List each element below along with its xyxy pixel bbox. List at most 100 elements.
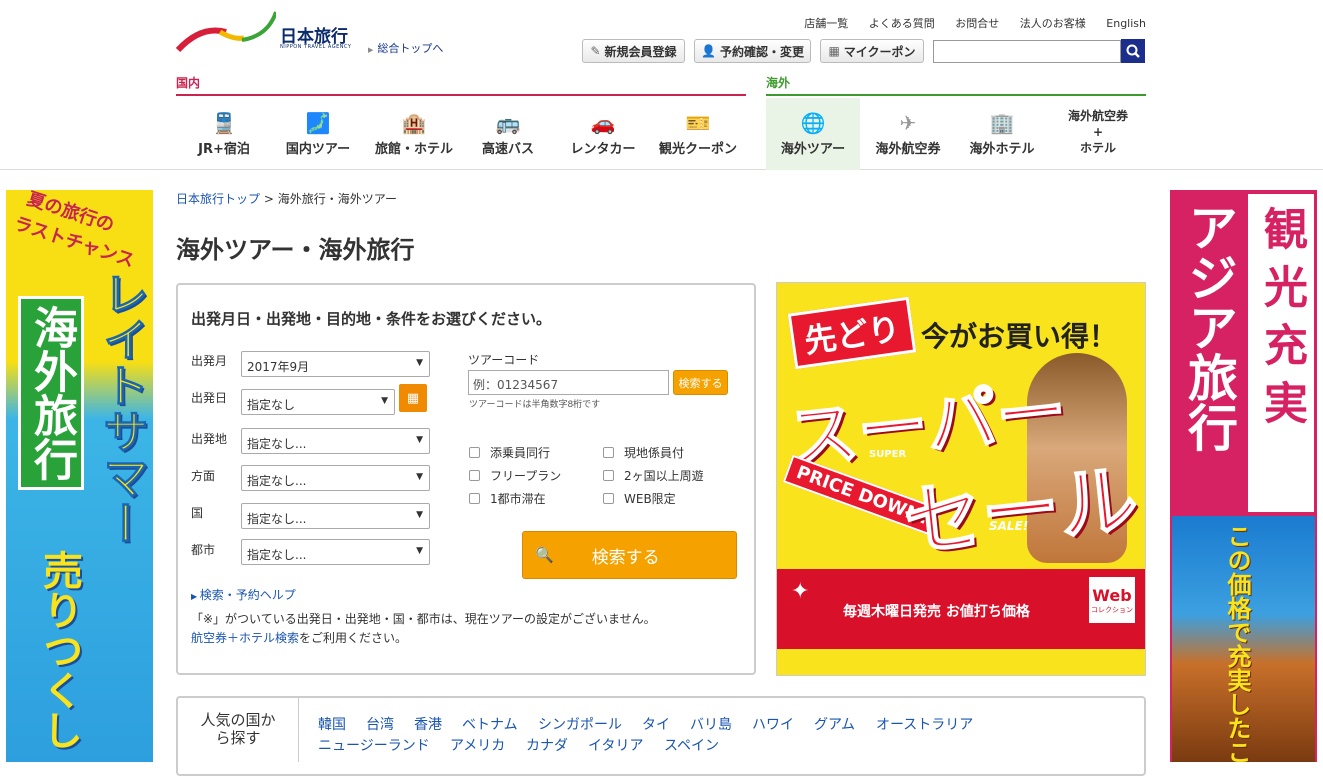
nav-overseas-tour[interactable]: 🌐 海外ツアー bbox=[766, 98, 860, 170]
domestic-divider bbox=[176, 94, 746, 96]
train-icon: 🚆 bbox=[211, 111, 237, 135]
calendar-icon[interactable]: ▦ bbox=[399, 384, 427, 412]
tour-code-search-button[interactable]: 検索する bbox=[673, 370, 728, 395]
building-icon: 🏢 bbox=[989, 111, 1015, 135]
search-heading: 出発月日・出発地・目的地・条件をお選びください。 bbox=[191, 310, 552, 328]
util-link-contact[interactable]: お問合せ bbox=[955, 17, 999, 30]
coupon-icon: ▦ bbox=[828, 44, 840, 58]
checkbox-web-only[interactable]: WEB限定 bbox=[603, 490, 676, 507]
flight-hotel-search-link[interactable]: 航空券＋ホテル検索 bbox=[191, 631, 299, 645]
nav-overseas-hotel[interactable]: 🏢 海外ホテル bbox=[956, 98, 1048, 170]
top-link[interactable]: ▶ 総合トップへ bbox=[368, 40, 443, 56]
country-link[interactable]: タイ bbox=[642, 714, 670, 734]
country-link[interactable]: カナダ bbox=[526, 735, 568, 755]
dropdown-arrow-icon: ▼ bbox=[416, 358, 423, 368]
web-collection-badge: Web コレクション bbox=[1087, 575, 1137, 625]
checkbox-escort[interactable]: 添乗員同行 bbox=[469, 444, 550, 461]
country-link[interactable]: 台湾 bbox=[366, 714, 394, 734]
search-button[interactable] bbox=[1121, 39, 1145, 63]
city-select[interactable]: 指定なし... ▼ bbox=[241, 539, 430, 565]
search-input[interactable] bbox=[933, 40, 1121, 63]
nav-jr-hotel[interactable]: 🚆 JR+宿泊 bbox=[180, 98, 268, 170]
tour-code-label: ツアーコード bbox=[468, 353, 540, 367]
help-link[interactable]: ▶ 検索・予約ヘルプ bbox=[191, 586, 296, 603]
breadcrumb: 日本旅行トップ > 海外旅行・海外ツアー bbox=[176, 192, 398, 206]
util-link-english[interactable]: English bbox=[1106, 17, 1146, 30]
nav-rental-car[interactable]: 🚗 レンタカー bbox=[556, 98, 650, 170]
ad-yellow-footer bbox=[777, 649, 1145, 675]
register-button[interactable]: ✎ 新規会員登録 bbox=[582, 39, 685, 63]
globe-icon: 🌐 bbox=[800, 111, 826, 135]
nav-highway-bus[interactable]: 🚌 高速バス bbox=[464, 98, 552, 170]
departure-month-label: 出発月 bbox=[191, 354, 228, 368]
person-icon: 👤 bbox=[701, 44, 716, 58]
ticket-icon: 🎫 bbox=[685, 111, 711, 135]
country-select[interactable]: 指定なし... ▼ bbox=[241, 503, 430, 529]
country-link[interactable]: ベトナム bbox=[462, 714, 518, 734]
sparkle-icon: ✦ bbox=[791, 579, 810, 604]
car-icon: 🚗 bbox=[590, 111, 616, 135]
util-link-corporate[interactable]: 法人のお客様 bbox=[1020, 17, 1086, 30]
checkbox-free-plan[interactable]: フリープラン bbox=[469, 467, 561, 484]
direction-label: 方面 bbox=[191, 469, 216, 483]
coupon-button[interactable]: ▦ マイクーポン bbox=[820, 39, 924, 63]
checkbox-one-city[interactable]: 1都市滞在 bbox=[469, 490, 546, 507]
utility-links: 店舗一覧 よくある質問 お問合せ 法人のお客様 English bbox=[787, 15, 1146, 31]
divider bbox=[298, 698, 299, 762]
pencil-icon: ✎ bbox=[590, 44, 601, 58]
search-icon bbox=[1126, 44, 1140, 58]
logo[interactable]: 日本旅行 NIPPON TRAVEL AGENCY bbox=[175, 10, 366, 55]
dropdown-arrow-icon: ▼ bbox=[416, 435, 423, 445]
right-banner-ad[interactable]: アジア旅行 観光充実 この価格で充実したこの bbox=[1170, 190, 1317, 762]
hotel-icon: 🏨 bbox=[401, 111, 427, 135]
overseas-divider bbox=[766, 94, 1146, 96]
reservation-button[interactable]: 👤 予約確認・変更 bbox=[694, 39, 811, 63]
country-link[interactable]: スペイン bbox=[664, 735, 719, 755]
note-text: 「※」がついている出発日・出発地・国・都市は、現在ツアーの設定がございません。 bbox=[191, 612, 656, 626]
country-link[interactable]: 香港 bbox=[414, 714, 442, 734]
country-link[interactable]: バリ島 bbox=[690, 714, 732, 734]
departure-day-select[interactable]: 指定なし ▼ bbox=[241, 389, 395, 415]
departure-place-select[interactable]: 指定なし... ▼ bbox=[241, 428, 430, 454]
search-submit-button[interactable]: 🔍 検索する bbox=[522, 531, 737, 579]
country-link[interactable]: アメリカ bbox=[450, 735, 505, 755]
direction-select[interactable]: 指定なし... ▼ bbox=[241, 465, 430, 491]
util-link-stores[interactable]: 店舗一覧 bbox=[804, 17, 848, 30]
country-link[interactable]: オーストラリア bbox=[876, 714, 973, 734]
overseas-label: 海外 bbox=[766, 76, 791, 90]
nav-sightseeing-coupon[interactable]: 🎫 観光クーポン bbox=[654, 98, 742, 170]
breadcrumb-current: 海外旅行・海外ツアー bbox=[277, 192, 398, 206]
breadcrumb-home[interactable]: 日本旅行トップ bbox=[176, 192, 260, 206]
nav-flight-hotel[interactable]: 海外航空券 + ホテル bbox=[1050, 98, 1146, 170]
dropdown-arrow-icon: ▼ bbox=[416, 510, 423, 520]
tour-code-note: ツアーコードは半角数字8桁です bbox=[469, 400, 601, 410]
country-link[interactable]: グアム bbox=[814, 714, 855, 734]
dropdown-arrow-icon: ▼ bbox=[416, 472, 423, 482]
nav-domestic-tour[interactable]: 🗾 国内ツアー bbox=[272, 98, 364, 170]
country-label: 国 bbox=[191, 506, 204, 520]
super-sale-ad[interactable]: 先どり 今がお買い得！ スーパー SUPER PRICE DOWN! セール S… bbox=[776, 282, 1146, 676]
logo-subtext: NIPPON TRAVEL AGENCY bbox=[280, 44, 352, 50]
nav-overseas-flight[interactable]: ✈ 海外航空券 bbox=[862, 98, 954, 170]
checkbox-local-staff[interactable]: 現地係員付 bbox=[603, 444, 684, 461]
left-banner-ad[interactable]: 夏の旅行の ラストチャンス レイトサマー 海外旅行 売りつくし bbox=[6, 190, 153, 762]
country-link[interactable]: ハワイ bbox=[752, 714, 794, 734]
city-label: 都市 bbox=[191, 543, 216, 557]
dropdown-arrow-icon: ▼ bbox=[381, 396, 388, 406]
departure-day-label: 出発日 bbox=[191, 391, 228, 405]
util-link-faq[interactable]: よくある質問 bbox=[869, 17, 935, 30]
country-link[interactable]: ニュージーランド bbox=[318, 735, 430, 755]
country-link[interactable]: イタリア bbox=[588, 735, 643, 755]
airplane-icon: ✈ bbox=[899, 111, 917, 135]
tour-code-input[interactable]: 例：01234567 bbox=[468, 370, 669, 395]
search-icon: 🔍 bbox=[535, 546, 554, 564]
dropdown-arrow-icon: ▼ bbox=[416, 546, 423, 556]
departure-place-label: 出発地 bbox=[191, 432, 228, 446]
departure-month-select[interactable]: 2017年9月 ▼ bbox=[241, 351, 430, 377]
country-link[interactable]: 韓国 bbox=[318, 714, 346, 734]
triangle-right-icon: ▶ bbox=[368, 46, 374, 54]
nav-ryokan-hotel[interactable]: 🏨 旅館・ホテル bbox=[368, 98, 460, 170]
checkbox-multi-country[interactable]: 2ヶ国以上周遊 bbox=[603, 467, 704, 484]
note-text-2: 航空券＋ホテル検索をご利用ください。 bbox=[191, 631, 408, 645]
country-link[interactable]: シンガポール bbox=[538, 714, 622, 734]
